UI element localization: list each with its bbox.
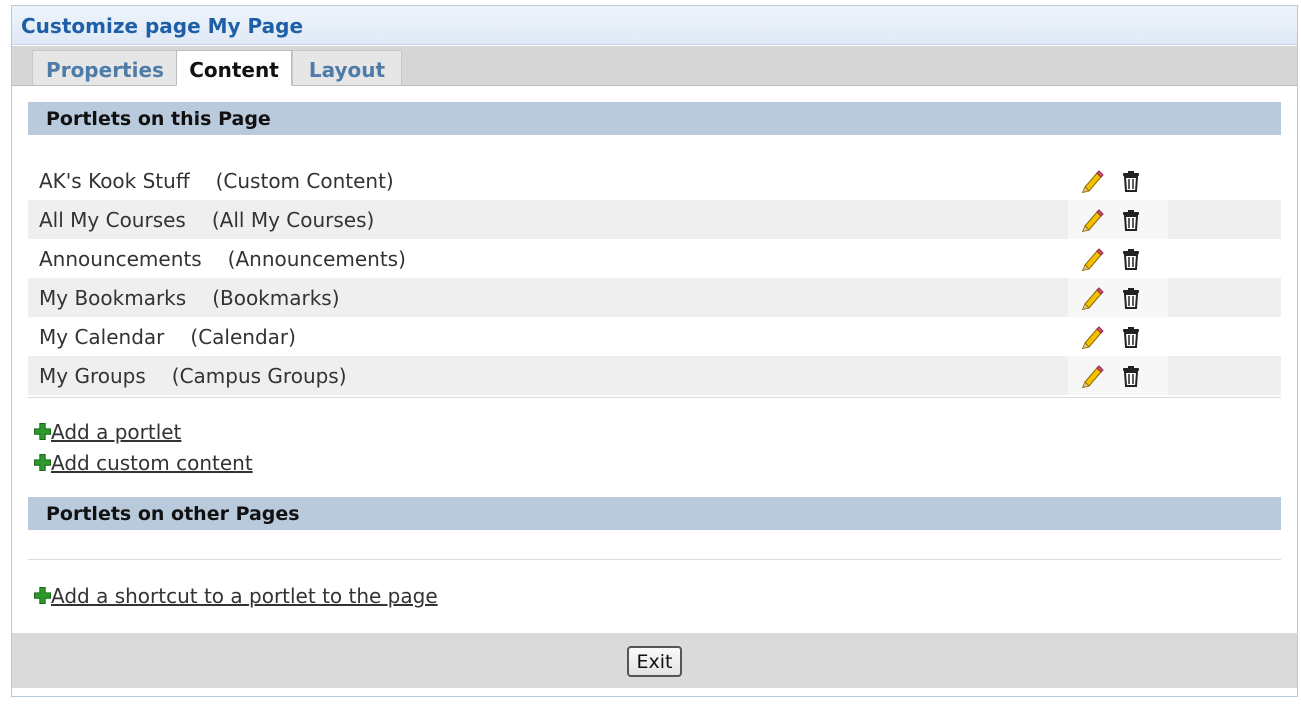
portlet-title: My Groups: [39, 364, 146, 388]
section-heading: Portlets on this Page: [46, 108, 271, 130]
section-heading: Portlets on other Pages: [46, 503, 300, 525]
portlet-actions: [1068, 239, 1168, 278]
add-custom-content-link[interactable]: Add custom content: [34, 451, 253, 475]
portlet-type: (All My Courses): [211, 208, 375, 232]
pencil-icon[interactable]: [1078, 168, 1104, 194]
portlet-title: Announcements: [39, 247, 202, 271]
portlet-name: AK's Kook Stuff (Custom Content): [39, 169, 394, 193]
add-portlet-link[interactable]: Add a portlet: [34, 420, 181, 444]
portlet-name: All My Courses (All My Courses): [39, 208, 374, 232]
plus-icon: [34, 423, 51, 440]
portlet-title: AK's Kook Stuff: [39, 169, 190, 193]
portlet-name: My Groups (Campus Groups): [39, 364, 347, 388]
section-header-this-page: Portlets on this Page: [28, 102, 1281, 135]
title-bar: Customize page My Page: [12, 6, 1297, 45]
pencil-icon[interactable]: [1078, 324, 1104, 350]
exit-button[interactable]: Exit: [627, 646, 682, 677]
trash-icon[interactable]: [1121, 326, 1141, 348]
tab-layout[interactable]: Layout: [292, 50, 402, 85]
portlet-actions: [1068, 317, 1168, 356]
add-portlet-label: Add a portlet: [51, 420, 182, 444]
portlet-type: (Calendar): [190, 325, 296, 349]
portlet-row: All My Courses (All My Courses): [28, 200, 1281, 239]
portlet-row: My Bookmarks (Bookmarks): [28, 278, 1281, 317]
section-header-other-pages: Portlets on other Pages: [28, 497, 1281, 530]
pencil-icon[interactable]: [1078, 285, 1104, 311]
page-title: Customize page My Page: [21, 14, 304, 38]
trash-icon[interactable]: [1121, 170, 1141, 192]
divider: [28, 397, 1281, 398]
portlet-title: My Bookmarks: [39, 286, 187, 310]
add-shortcut-label: Add a shortcut to a portlet to the page: [51, 584, 438, 608]
divider: [28, 559, 1281, 560]
pencil-icon[interactable]: [1078, 246, 1104, 272]
plus-icon: [34, 454, 51, 471]
portlet-type: (Custom Content): [215, 169, 394, 193]
portlet-name: My Bookmarks (Bookmarks): [39, 286, 340, 310]
portlet-row: Announcements (Announcements): [28, 239, 1281, 278]
portlet-title: My Calendar: [39, 325, 165, 349]
portlet-type: (Campus Groups): [171, 364, 347, 388]
portlet-row: My Calendar (Calendar): [28, 317, 1281, 356]
trash-icon[interactable]: [1121, 248, 1141, 270]
portlet-actions: [1068, 200, 1168, 239]
portlet-actions: [1068, 161, 1168, 200]
portlet-actions: [1068, 356, 1168, 395]
portlet-type: (Announcements): [227, 247, 406, 271]
portlet-type: (Bookmarks): [212, 286, 340, 310]
trash-icon[interactable]: [1121, 209, 1141, 231]
portlet-actions: [1068, 278, 1168, 317]
pencil-icon[interactable]: [1078, 207, 1104, 233]
tab-content[interactable]: Content: [176, 50, 292, 86]
tab-bar: Properties Content Layout: [12, 46, 1297, 86]
plus-icon: [34, 587, 51, 604]
pencil-icon[interactable]: [1078, 363, 1104, 389]
customize-page-panel: Customize page My Page Properties Conten…: [11, 5, 1298, 697]
portlet-title: All My Courses: [39, 208, 186, 232]
trash-icon[interactable]: [1121, 287, 1141, 309]
tab-properties[interactable]: Properties: [32, 50, 178, 85]
portlet-row: AK's Kook Stuff (Custom Content): [28, 161, 1281, 200]
trash-icon[interactable]: [1121, 365, 1141, 387]
add-shortcut-link[interactable]: Add a shortcut to a portlet to the page: [34, 584, 438, 608]
portlet-name: Announcements (Announcements): [39, 247, 406, 271]
portlet-name: My Calendar (Calendar): [39, 325, 296, 349]
portlet-row: My Groups (Campus Groups): [28, 356, 1281, 395]
footer-bar: Exit: [12, 633, 1297, 688]
add-custom-content-label: Add custom content: [51, 451, 253, 475]
